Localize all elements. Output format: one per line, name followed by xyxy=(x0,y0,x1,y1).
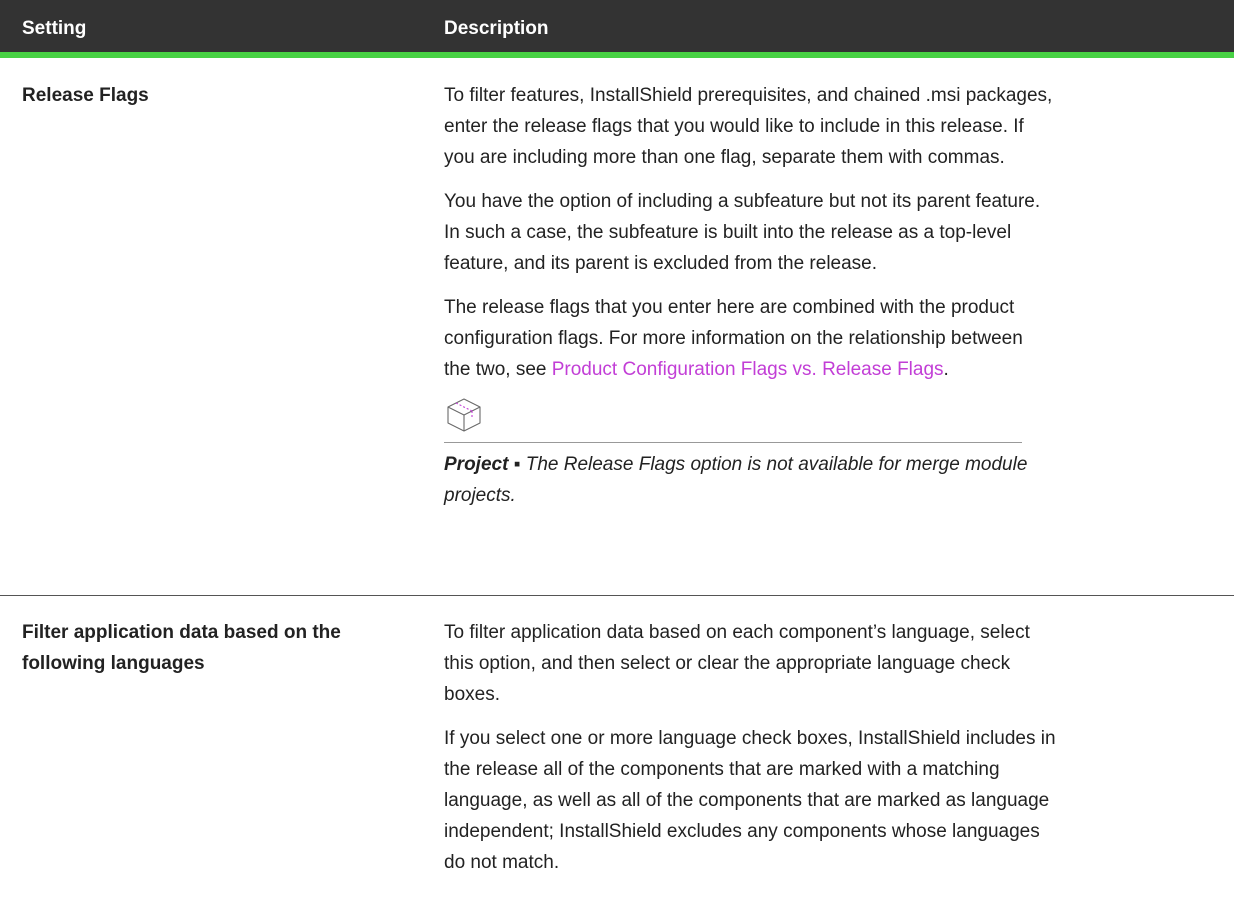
table-row: Filter application data based on the fol… xyxy=(0,596,1234,916)
text-line: configuration flags. For more informatio… xyxy=(444,328,1023,349)
text-line: The release flags that you enter here ar… xyxy=(444,297,1015,318)
text-line: To filter application data based on each… xyxy=(444,622,1030,643)
text-line: independent; InstallShield excludes any … xyxy=(444,821,1040,842)
column-header-description: Description xyxy=(444,18,549,39)
text-line: the release all of the components that a… xyxy=(444,759,1000,780)
text-line: In such a case, the subfeature is built … xyxy=(444,222,1012,243)
text-line: To filter features, InstallShield prereq… xyxy=(444,85,1053,106)
text-line: boxes. xyxy=(444,684,500,705)
description-paragraph: To filter application data based on each… xyxy=(444,617,1234,710)
note-divider xyxy=(444,442,1022,443)
text-line: the two, see xyxy=(444,359,552,380)
setting-name: Release Flags xyxy=(22,85,149,106)
text-line: If you select one or more language check… xyxy=(444,728,1056,749)
project-note: Project ▪ The Release Flags option is no… xyxy=(444,385,1234,511)
text-line: you are including more than one flag, se… xyxy=(444,147,1005,168)
product-configuration-flags-link[interactable]: Product Configuration Flags vs. Release … xyxy=(552,359,944,380)
text-line: enter the release flags that you would l… xyxy=(444,116,1024,137)
text-line: Filter application data based on the xyxy=(22,622,341,643)
text-line: The Release Flags option is not availabl… xyxy=(520,454,1028,475)
text-line: feature, and its parent is excluded from… xyxy=(444,253,878,274)
setting-name: Filter application data based on the fol… xyxy=(22,617,422,679)
column-header-setting: Setting xyxy=(22,18,87,39)
description-paragraph: If you select one or more language check… xyxy=(444,723,1234,878)
setting-description: To filter features, InstallShield prereq… xyxy=(444,80,1234,511)
text-line: You have the option of including a subfe… xyxy=(444,191,1041,212)
text-line: language, as well as all of the componen… xyxy=(444,790,1050,811)
table-header: Setting Description xyxy=(0,0,1234,58)
description-paragraph: To filter features, InstallShield prereq… xyxy=(444,80,1234,173)
text-line: . xyxy=(943,359,949,380)
text-line: projects. xyxy=(444,485,516,506)
text-line: following languages xyxy=(22,653,205,674)
text-line: this option, and then select or clear th… xyxy=(444,653,1011,674)
project-box-icon xyxy=(447,398,481,432)
text-line: do not match. xyxy=(444,852,560,873)
setting-description: To filter application data based on each… xyxy=(444,617,1234,878)
note-label: Project ▪ xyxy=(444,454,521,475)
description-paragraph: The release flags that you enter here ar… xyxy=(444,292,1234,385)
description-paragraph: You have the option of including a subfe… xyxy=(444,186,1234,279)
note-text: Project ▪ The Release Flags option is no… xyxy=(444,449,1234,511)
